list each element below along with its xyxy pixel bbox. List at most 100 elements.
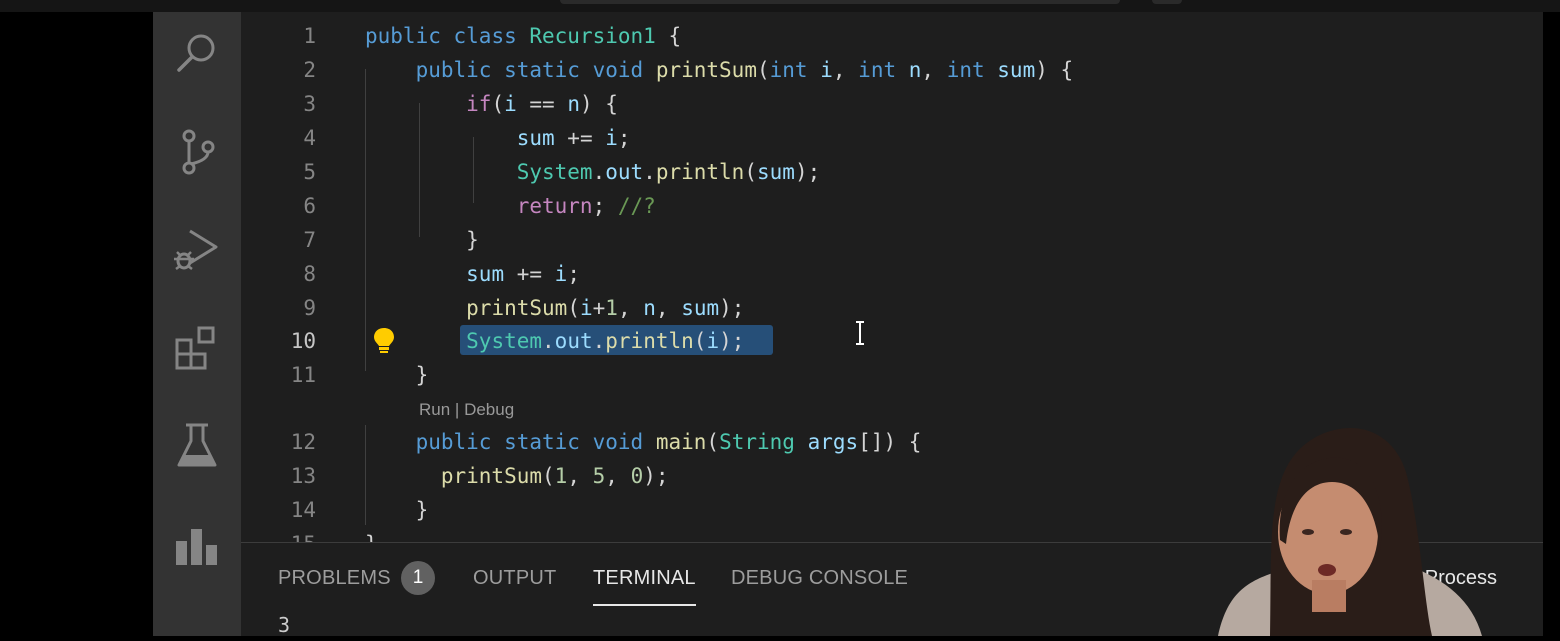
lightbulb-icon[interactable] (371, 326, 397, 354)
line-number: 3 (303, 92, 316, 116)
code-token: int (946, 58, 998, 82)
tab-problems[interactable]: PROBLEMS (278, 563, 391, 593)
code-token: i (554, 262, 568, 286)
code-token: args (807, 430, 859, 454)
code-token: ( (744, 160, 757, 184)
line-number: 11 (290, 363, 316, 387)
chart-icon[interactable] (167, 514, 227, 574)
line-number: 15 (241, 527, 316, 542)
testing-icon[interactable] (167, 416, 227, 476)
top-bar-control[interactable] (1152, 0, 1182, 4)
code-token: class (453, 24, 530, 48)
run-debug-icon[interactable] (167, 220, 227, 280)
code-line-8: 8 sum += i; (241, 257, 1543, 291)
code-token: if (466, 92, 492, 116)
code-token: . (592, 160, 606, 184)
code-token: out (605, 160, 644, 184)
code-token: ( (756, 58, 770, 82)
run-codelens[interactable]: Run (419, 400, 450, 419)
code-token: println (655, 160, 745, 184)
code-token: 0 (630, 464, 644, 488)
code-line-1: 1 public class Recursion1 { (241, 19, 1543, 53)
top-search-bar[interactable] (560, 0, 1120, 4)
code-line-10: 10 System.out.println(i); (241, 324, 1543, 358)
code-token: } (365, 498, 429, 522)
tab-terminal[interactable]: TERMINAL (593, 563, 696, 606)
code-text: public class Recursion1 { (365, 19, 681, 53)
line-number: 5 (303, 160, 316, 184)
search-icon[interactable] (167, 24, 227, 84)
code-token: public (365, 24, 454, 48)
code-text: printSum(1, 5, 0); (365, 459, 669, 493)
source-control-icon[interactable] (167, 122, 227, 182)
line-number: 10 (290, 329, 316, 353)
code-token: printSum (466, 296, 568, 320)
code-token: , (567, 464, 593, 488)
code-token: += (554, 126, 606, 150)
code-token: ; (617, 126, 631, 150)
line-number: 2 (303, 58, 316, 82)
code-token: ); (794, 160, 821, 184)
terminal-output: 3 (278, 613, 291, 636)
code-text: } (365, 527, 378, 542)
code-text: printSum(i+1, n, sum); (365, 291, 744, 325)
text-cursor-icon (854, 320, 866, 346)
code-token: ) { (1035, 58, 1074, 82)
problems-count-badge: 1 (401, 561, 435, 595)
code-token: sum (516, 126, 555, 150)
code-text: System.out.println(i); (365, 324, 744, 358)
window-top-bar (0, 0, 1560, 12)
code-token: ; (567, 262, 580, 286)
code-token: out (554, 329, 593, 353)
code-line-9: 9 printSum(i+1, n, sum); (241, 291, 1543, 325)
debug-codelens[interactable]: Debug (464, 400, 514, 419)
line-number: 9 (303, 296, 316, 320)
code-token: n (567, 92, 580, 116)
code-text: } (365, 493, 429, 527)
code-token: + (592, 296, 606, 320)
code-text: System.out.println(sum); (365, 155, 821, 189)
code-token: i (820, 58, 833, 82)
line-number: 6 (303, 194, 316, 218)
code-token: , (605, 464, 631, 488)
presenter-video-overlay (1210, 420, 1490, 636)
code-token: . (592, 329, 606, 353)
activity-bar (153, 12, 241, 636)
code-token: void (592, 58, 656, 82)
line-number: 7 (303, 228, 316, 252)
code-token: , (921, 58, 947, 82)
line-number: 13 (290, 464, 316, 488)
extensions-icon[interactable] (167, 318, 227, 378)
code-token: ) { (580, 92, 618, 116)
tab-debug-console[interactable]: DEBUG CONSOLE (731, 563, 908, 593)
code-text: } (365, 223, 479, 257)
line-number: 8 (303, 262, 316, 286)
code-token: i (605, 126, 618, 150)
codelens: Run | Debug (419, 396, 514, 424)
code-token: public (415, 430, 505, 454)
code-token: 5 (592, 464, 606, 488)
code-token: //? (617, 194, 656, 218)
tab-output[interactable]: OUTPUT (473, 563, 556, 593)
code-token: == (516, 92, 568, 116)
code-token: ( (491, 92, 505, 116)
code-line-4: 4 sum += i; (241, 121, 1543, 155)
code-token: sum (997, 58, 1036, 82)
code-line-3: 3 if(i == n) { (241, 87, 1543, 121)
code-text: public static void main(String args[]) { (365, 425, 922, 459)
code-token: 1 (605, 296, 618, 320)
code-line-11: 11 } (241, 358, 1543, 392)
code-token: , (617, 296, 644, 320)
code-token: i (504, 92, 517, 116)
code-text: public static void printSum(int i, int n… (365, 53, 1074, 87)
code-token: ( (567, 296, 580, 320)
code-token: 1 (554, 464, 568, 488)
code-token: i (579, 296, 593, 320)
